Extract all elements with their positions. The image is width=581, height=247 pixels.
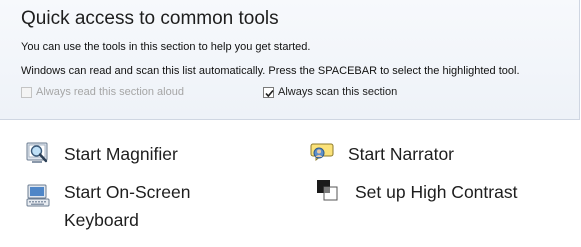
checkbox-label: Always scan this section [278,86,398,98]
start-narrator-label: Start Narrator [348,144,454,164]
start-magnifier-label: Start Magnifier [64,144,178,164]
set-up-high-contrast-label: Set up High Contrast [355,182,518,202]
checkbox-box[interactable] [263,86,274,98]
always-read-aloud-checkbox[interactable]: Always read this section aloud [21,86,184,98]
start-narrator-link[interactable]: Start Narrator [310,140,454,168]
start-on-screen-keyboard-link[interactable]: Start On-Screen Keyboard [26,178,226,234]
magnifier-icon [26,141,50,165]
set-up-high-contrast-link[interactable]: Set up High Contrast [315,178,517,206]
checkmark-icon [265,89,274,97]
high-contrast-icon [315,179,339,203]
section-description-2: Windows can read and scan this list auto… [21,65,520,77]
start-on-screen-keyboard-label: Start On-Screen Keyboard [64,182,191,230]
keyboard-icon [26,184,50,208]
always-scan-checkbox[interactable]: Always scan this section [263,86,397,98]
section-description-1: You can use the tools in this section to… [21,41,311,53]
checkbox-label: Always read this section aloud [36,86,184,98]
narrator-icon [310,141,334,165]
section-title: Quick access to common tools [21,8,279,29]
quick-access-panel: Quick access to common tools You can use… [0,0,580,120]
start-magnifier-link[interactable]: Start Magnifier [26,140,178,168]
checkbox-box[interactable] [21,86,32,98]
